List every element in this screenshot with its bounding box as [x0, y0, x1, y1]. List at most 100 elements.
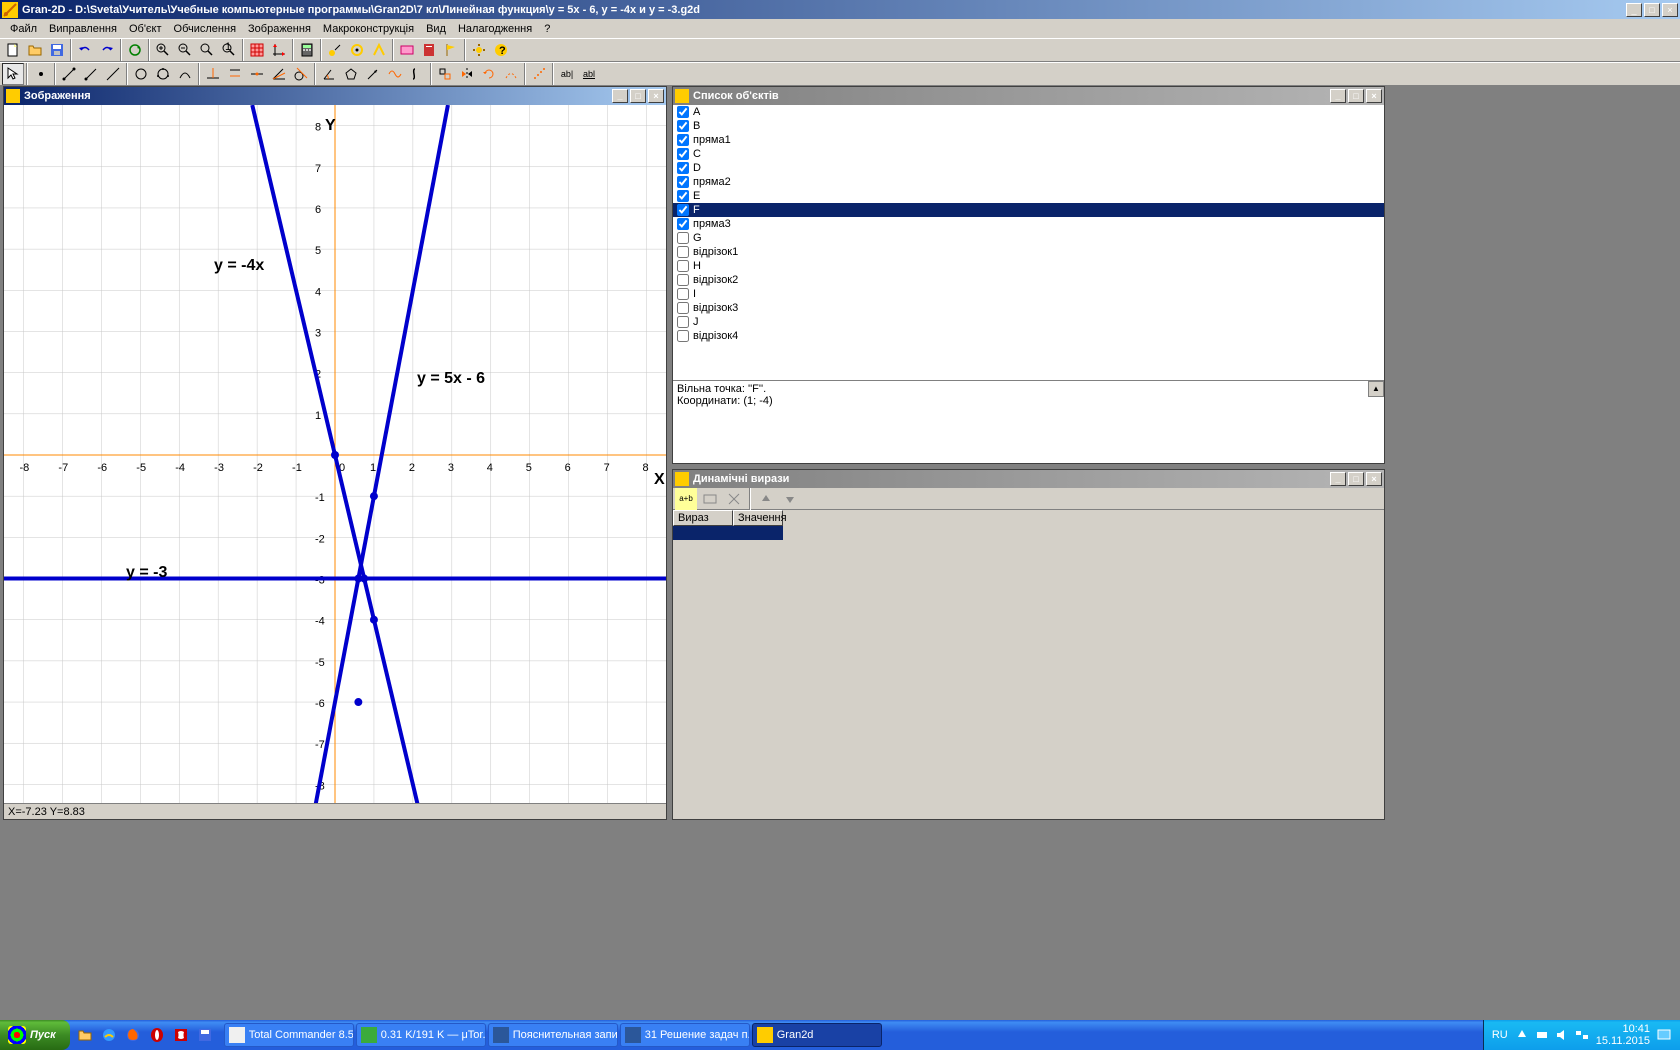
objects-titlebar[interactable]: Список об'єктів _ □ ×: [673, 87, 1384, 105]
language-indicator[interactable]: RU: [1492, 1029, 1508, 1041]
minimize-button[interactable]: _: [1626, 3, 1642, 17]
tray-icon-1[interactable]: [1514, 1027, 1530, 1043]
dyn-col-expr[interactable]: Вираз: [673, 510, 733, 526]
perpendicular-icon[interactable]: [202, 63, 224, 85]
dynamic-table[interactable]: Вираз Значення: [673, 510, 1384, 540]
dyn-edit-icon[interactable]: [699, 488, 721, 510]
locus-icon[interactable]: [500, 63, 522, 85]
dyn-empty-row[interactable]: [673, 526, 1384, 540]
graph-close-button[interactable]: ×: [648, 89, 664, 103]
object-checkbox[interactable]: [677, 190, 689, 202]
object-item-пряма3[interactable]: пряма3: [673, 217, 1384, 231]
rotate-icon[interactable]: [478, 63, 500, 85]
dynamic-maximize-button[interactable]: □: [1348, 472, 1364, 486]
polygon-icon[interactable]: [340, 63, 362, 85]
object-checkbox[interactable]: [677, 330, 689, 342]
object-item-I[interactable]: I: [673, 287, 1384, 301]
object-checkbox[interactable]: [677, 218, 689, 230]
show-desktop-icon[interactable]: [1656, 1027, 1672, 1043]
scroll-up-icon[interactable]: ▲: [1368, 381, 1384, 397]
transform-icon[interactable]: [434, 63, 456, 85]
trace-icon[interactable]: [528, 63, 550, 85]
object-checkbox[interactable]: [677, 302, 689, 314]
menu-Виправлення[interactable]: Виправлення: [43, 21, 123, 37]
object-item-відрізок2[interactable]: відрізок2: [673, 273, 1384, 287]
bisector-icon[interactable]: [268, 63, 290, 85]
menu-Об'єкт[interactable]: Об'єкт: [123, 21, 168, 37]
point-icon[interactable]: [30, 63, 52, 85]
dynamic-minimize-button[interactable]: _: [1330, 472, 1346, 486]
explorer-icon[interactable]: [74, 1024, 96, 1046]
app-icon-red[interactable]: [170, 1024, 192, 1046]
tool-c-icon[interactable]: [368, 39, 390, 61]
object-item-пряма2[interactable]: пряма2: [673, 175, 1384, 189]
zoom-reset-icon[interactable]: 1: [218, 39, 240, 61]
object-checkbox[interactable]: [677, 232, 689, 244]
vector-icon[interactable]: [362, 63, 384, 85]
object-checkbox[interactable]: [677, 246, 689, 258]
graph-maximize-button[interactable]: □: [630, 89, 646, 103]
tool-a-icon[interactable]: [324, 39, 346, 61]
task-item[interactable]: Gran2d: [752, 1023, 882, 1047]
save-file-icon[interactable]: [46, 39, 68, 61]
calculator-icon[interactable]: [296, 39, 318, 61]
reflect-icon[interactable]: [456, 63, 478, 85]
help-icon[interactable]: ?: [490, 39, 512, 61]
object-item-відрізок1[interactable]: відрізок1: [673, 245, 1384, 259]
object-checkbox[interactable]: [677, 274, 689, 286]
zoom-in-icon[interactable]: [152, 39, 174, 61]
line-icon[interactable]: [102, 63, 124, 85]
undo-icon[interactable]: [74, 39, 96, 61]
firefox-icon[interactable]: [122, 1024, 144, 1046]
objects-maximize-button[interactable]: □: [1348, 89, 1364, 103]
start-button[interactable]: Пуск: [0, 1020, 70, 1050]
graph-titlebar[interactable]: Зображення _ □ ×: [4, 87, 666, 105]
tray-icon-2[interactable]: [1534, 1027, 1550, 1043]
object-list[interactable]: ABпряма1CDпряма2EFпряма3Gвідрізок1Hвідрі…: [673, 105, 1384, 380]
task-item[interactable]: Total Commander 8.5...: [224, 1023, 354, 1047]
macro-icon[interactable]: [396, 39, 418, 61]
task-item[interactable]: Пояснительная запи...: [488, 1023, 618, 1047]
task-item[interactable]: 31 Решение задач п...: [620, 1023, 750, 1047]
object-checkbox[interactable]: [677, 106, 689, 118]
new-file-icon[interactable]: [2, 39, 24, 61]
menu-Зображення[interactable]: Зображення: [242, 21, 317, 37]
object-checkbox[interactable]: [677, 120, 689, 132]
axes-icon[interactable]: [268, 39, 290, 61]
object-checkbox[interactable]: [677, 148, 689, 160]
grid-icon[interactable]: [246, 39, 268, 61]
dynamic-titlebar[interactable]: Динамічні вирази _ □ ×: [673, 470, 1384, 488]
integral-icon[interactable]: [406, 63, 428, 85]
arc-icon[interactable]: [174, 63, 196, 85]
open-file-icon[interactable]: [24, 39, 46, 61]
redo-icon[interactable]: [96, 39, 118, 61]
angle-icon[interactable]: [318, 63, 340, 85]
save-shortcut-icon[interactable]: [194, 1024, 216, 1046]
label-icon[interactable]: abl: [578, 63, 600, 85]
object-item-B[interactable]: B: [673, 119, 1384, 133]
object-item-пряма1[interactable]: пряма1: [673, 133, 1384, 147]
object-checkbox[interactable]: [677, 204, 689, 216]
zoom-fit-icon[interactable]: [196, 39, 218, 61]
ie-icon[interactable]: [98, 1024, 120, 1046]
refresh-icon[interactable]: [124, 39, 146, 61]
object-item-J[interactable]: J: [673, 315, 1384, 329]
ray-icon[interactable]: [80, 63, 102, 85]
parallel-icon[interactable]: [224, 63, 246, 85]
object-checkbox[interactable]: [677, 260, 689, 272]
menu-Налагодження[interactable]: Налагодження: [452, 21, 538, 37]
function-icon[interactable]: [384, 63, 406, 85]
gear-icon[interactable]: [468, 39, 490, 61]
circle-icon[interactable]: [130, 63, 152, 85]
zoom-out-icon[interactable]: [174, 39, 196, 61]
text-icon[interactable]: ab|: [556, 63, 578, 85]
menu-Файл[interactable]: Файл: [4, 21, 43, 37]
book-icon[interactable]: [418, 39, 440, 61]
menu-?[interactable]: ?: [538, 21, 556, 37]
tray-network-icon[interactable]: [1574, 1027, 1590, 1043]
flag-icon[interactable]: [440, 39, 462, 61]
object-item-відрізок3[interactable]: відрізок3: [673, 301, 1384, 315]
object-item-G[interactable]: G: [673, 231, 1384, 245]
tray-volume-icon[interactable]: [1554, 1027, 1570, 1043]
object-item-F[interactable]: F: [673, 203, 1384, 217]
